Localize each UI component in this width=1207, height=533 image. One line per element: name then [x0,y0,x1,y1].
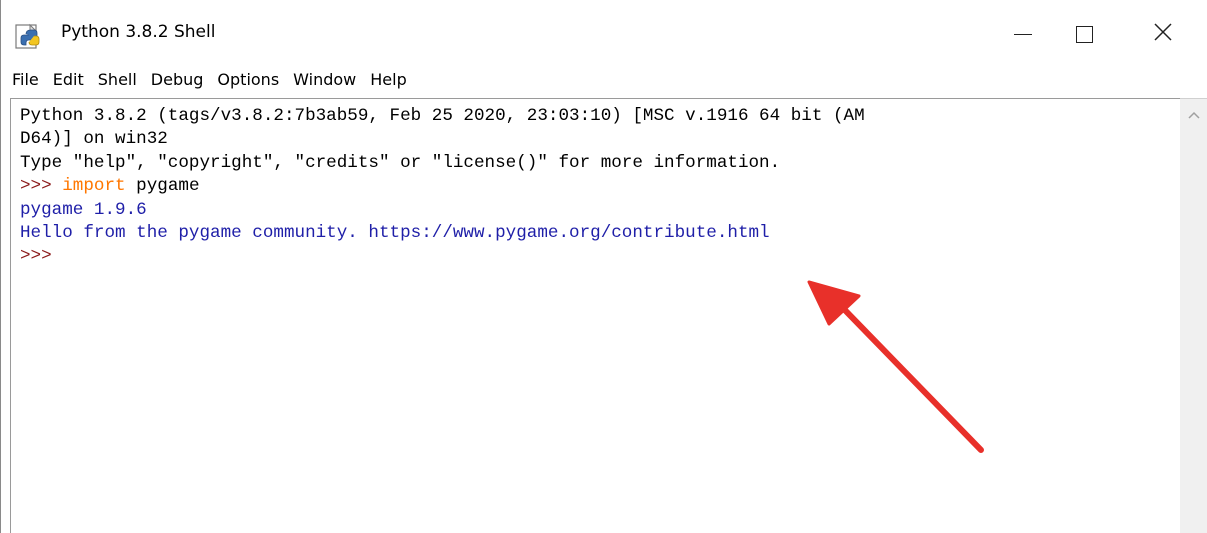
menu-shell[interactable]: Shell [93,70,142,89]
menu-edit[interactable]: Edit [48,70,89,89]
shell-text-area[interactable]: Python 3.8.2 (tags/v3.8.2:7b3ab59, Feb 2… [10,98,1180,533]
title-bar[interactable]: Python 3.8.2 Shell [1,0,1207,58]
minimize-icon [1014,33,1032,35]
idle-shell-window: Python 3.8.2 Shell File Edit Shell Debug… [0,0,1207,533]
input-text: pygame [125,176,200,197]
maximize-icon [1075,25,1093,43]
chevron-up-icon [1188,104,1200,123]
menu-file[interactable]: File [7,70,44,89]
maximize-button[interactable] [1056,12,1112,56]
stdout-line: pygame 1.9.6 [20,199,147,220]
scroll-up-button[interactable] [1180,99,1207,127]
window-title: Python 3.8.2 Shell [61,22,216,42]
menu-window[interactable]: Window [288,70,361,89]
python-idle-icon [14,22,44,50]
shell-output: Python 3.8.2 (tags/v3.8.2:7b3ab59, Feb 2… [20,105,865,269]
close-icon [1154,23,1172,45]
banner-line: Python 3.8.2 (tags/v3.8.2:7b3ab59, Feb 2… [20,106,865,126]
minimize-button[interactable] [995,12,1051,56]
menu-bar: File Edit Shell Debug Options Window Hel… [1,62,1207,96]
close-button[interactable] [1135,12,1191,56]
banner-line: Type "help", "copyright", "credits" or "… [20,152,781,173]
stdout-line: Hello from the pygame community. https:/… [20,222,770,243]
menu-help[interactable]: Help [365,70,411,89]
vertical-scrollbar[interactable] [1180,98,1207,533]
menu-debug[interactable]: Debug [146,70,209,89]
banner-line: D64)] on win32 [20,129,168,150]
shell-prompt: >>> [20,246,52,267]
input-line: >>> import pygame [20,175,865,198]
shell-prompt: >>> [20,176,63,197]
menu-options[interactable]: Options [212,70,284,89]
keyword-import: import [62,176,126,197]
